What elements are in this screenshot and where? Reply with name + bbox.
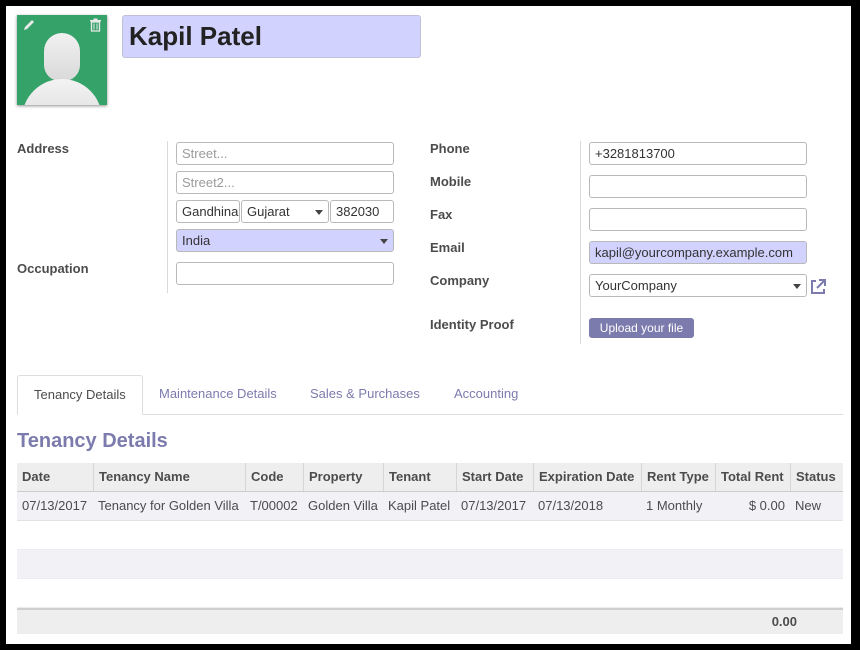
table-cell: New (795, 498, 822, 513)
fax-input[interactable] (589, 208, 807, 231)
chevron-down-icon (793, 284, 801, 289)
external-link-icon[interactable] (809, 278, 827, 296)
state-select[interactable]: Gujarat (241, 200, 329, 223)
avatar-head (44, 33, 80, 81)
street2-input[interactable]: Street2... (176, 171, 394, 194)
table-row[interactable]: 07/13/2017 Tenancy for Golden Villa T/00… (17, 492, 843, 521)
pencil-icon[interactable] (21, 18, 37, 34)
address-label: Address (17, 141, 70, 156)
table-cell: $ 0.00 (748, 498, 785, 513)
footer-total: 0.00 (771, 614, 797, 629)
avatar-shoulders (22, 79, 102, 105)
tenancy-table: Date Tenancy Name Code Property Tenant S… (17, 463, 843, 608)
country-select[interactable]: India (176, 229, 394, 252)
tab-sales-purchases[interactable]: Sales & Purchases (294, 375, 436, 415)
column-header[interactable]: Date (17, 463, 93, 491)
partner-avatar[interactable] (17, 15, 107, 105)
table-cell: 1 Monthly (646, 498, 703, 513)
city-input[interactable]: Gandhinagar (176, 200, 240, 223)
column-header[interactable]: Start Date (456, 463, 534, 491)
table-cell: Golden Villa (308, 498, 378, 513)
column-header[interactable]: Rent Type (641, 463, 716, 491)
empty-row (17, 521, 843, 550)
column-header[interactable]: Status (790, 463, 843, 491)
mobile-label: Mobile (430, 174, 472, 189)
table-cell: 07/13/2017 (461, 498, 527, 513)
email-input[interactable]: kapil@yourcompany.example.com (589, 241, 807, 264)
occupation-input[interactable] (176, 262, 394, 285)
tab-maintenance-details[interactable]: Maintenance Details (143, 375, 293, 415)
tab-accounting[interactable]: Accounting (438, 375, 534, 415)
phone-label: Phone (430, 141, 470, 156)
table-footer: 0.00 (17, 608, 843, 634)
column-header[interactable]: Expiration Date (533, 463, 641, 491)
right-divider (580, 141, 581, 344)
company-value: YourCompany (595, 278, 677, 293)
country-value: India (182, 233, 211, 248)
state-value: Gujarat (247, 204, 290, 219)
table-cell: 07/13/2017 (22, 498, 88, 513)
phone-input[interactable]: +3281813700 (589, 142, 807, 165)
form-sheet: Kapil Patel Address Street... Street2...… (6, 6, 851, 644)
table-cell: Tenancy for Golden Villa (98, 498, 239, 513)
empty-row (17, 579, 843, 608)
tab-tenancy-details[interactable]: Tenancy Details (17, 375, 143, 415)
mobile-input[interactable] (589, 175, 807, 198)
upload-file-button[interactable]: Upload your file (589, 318, 694, 338)
zip-input[interactable]: 382030 (330, 200, 394, 223)
occupation-label: Occupation (17, 261, 89, 276)
empty-row (17, 550, 843, 579)
table-cell: Kapil Patel (388, 498, 451, 513)
column-header[interactable]: Tenancy Name (93, 463, 245, 491)
column-header[interactable]: Tenant (383, 463, 456, 491)
chevron-down-icon (380, 239, 388, 244)
table-cell: 07/13/2018 (538, 498, 604, 513)
company-label: Company (430, 273, 490, 288)
table-header: Date Tenancy Name Code Property Tenant S… (17, 463, 843, 492)
street-input[interactable]: Street... (176, 142, 394, 165)
company-select[interactable]: YourCompany (589, 274, 807, 297)
email-label: Email (430, 240, 465, 255)
column-header[interactable]: Code (245, 463, 304, 491)
column-header[interactable]: Total Rent (715, 463, 791, 491)
left-divider (167, 141, 168, 293)
partner-name-input[interactable]: Kapil Patel (122, 15, 421, 58)
section-title: Tenancy Details (17, 430, 168, 452)
identity-proof-label: Identity Proof (430, 317, 514, 332)
trash-icon[interactable] (87, 18, 103, 34)
column-header[interactable]: Property (303, 463, 383, 491)
fax-label: Fax (430, 207, 453, 222)
chevron-down-icon (315, 210, 323, 215)
table-cell: T/00002 (250, 498, 298, 513)
